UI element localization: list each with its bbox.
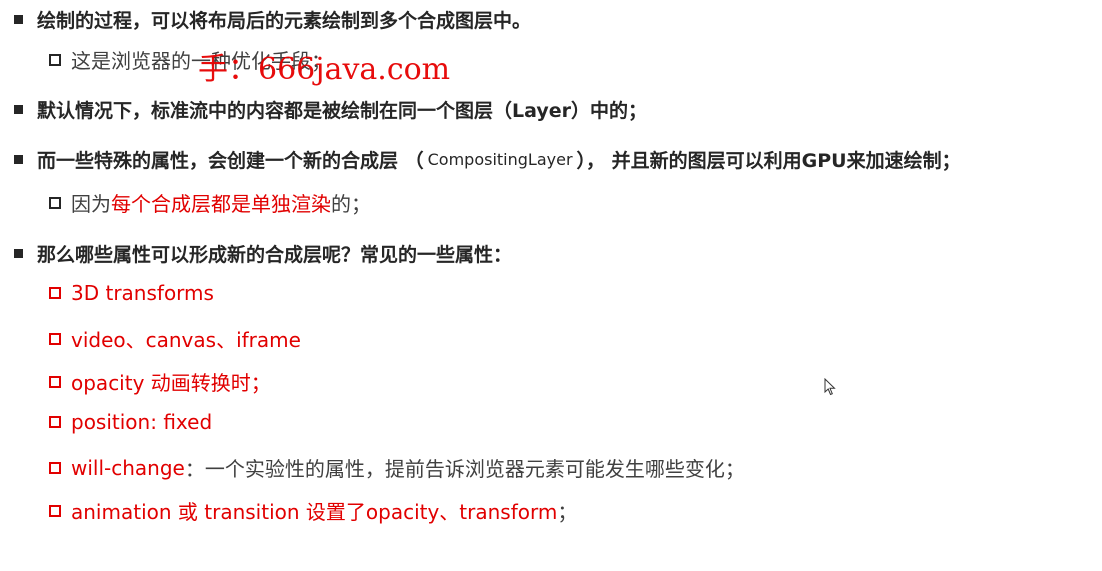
property-animation-transition: animation 或 transition 设置了opacity、transf…: [49, 496, 577, 525]
property-video-canvas-iframe: video、canvas、iframe: [49, 324, 301, 353]
hollow-square-bullet-icon: [49, 461, 61, 474]
property-3d-transforms: 3D transforms: [49, 281, 214, 305]
bullet-which-properties: 那么哪些属性可以形成新的合成层呢？常见的一些属性：: [14, 240, 512, 267]
bullet-text-before: 而一些特殊的属性，会创建一个新的合成层 （: [37, 150, 424, 172]
property-opacity: opacity 动画转换时；: [49, 367, 271, 396]
bullet-text: 默认情况下，标准流中的内容都是被绘制在同一个图层（Layer）中的；: [37, 100, 647, 122]
bullet-paint-process: 绘制的过程，可以将布局后的元素绘制到多个合成图层中。: [14, 6, 531, 33]
hollow-square-bullet-icon: [49, 332, 61, 345]
bullet-text-before: 因为: [71, 192, 111, 216]
property-will-change: will-change ：一个实验性的属性，提前告诉浏览器元素可能发生哪些变化；: [49, 453, 745, 482]
bullet-compositing-layer: 而一些特殊的属性，会创建一个新的合成层 （ CompositingLayer ）…: [14, 146, 961, 173]
mouse-pointer-icon: [824, 378, 836, 396]
square-bullet-icon: [14, 249, 23, 258]
slide: 绘制的过程，可以将布局后的元素绘制到多个合成图层中。 这是浏览器的一种优化手段；…: [0, 0, 1102, 571]
bullet-text: 绘制的过程，可以将布局后的元素绘制到多个合成图层中。: [37, 10, 532, 32]
hollow-square-bullet-icon: [49, 416, 61, 428]
sub-bullet-separate-render: 因为 每个合成层都是单独渲染 的；: [49, 188, 371, 217]
property-position-fixed: position: fixed: [49, 410, 212, 434]
property-description: ；: [557, 500, 578, 524]
bullet-default-layer: 默认情况下，标准流中的内容都是被绘制在同一个图层（Layer）中的；: [14, 96, 647, 123]
watermark: 手：666java.com: [198, 52, 451, 87]
property-name: animation 或 transition 设置了opacity、transf…: [71, 500, 558, 524]
square-bullet-icon: [14, 155, 23, 164]
bullet-text-after: ）， 并且新的图层可以利用GPU来加速绘制；: [576, 150, 961, 172]
square-bullet-icon: [14, 105, 23, 114]
bullet-text: 那么哪些属性可以形成新的合成层呢？常见的一些属性：: [37, 244, 513, 266]
hollow-square-bullet-icon: [49, 53, 61, 66]
property-name: position: fixed: [71, 410, 213, 434]
property-name: opacity 动画转换时；: [71, 371, 271, 395]
bullet-text-latin: CompositingLayer: [427, 150, 573, 169]
hollow-square-bullet-icon: [49, 504, 61, 517]
bullet-text-highlight: 每个合成层都是单独渲染: [111, 192, 331, 216]
square-bullet-icon: [14, 15, 23, 24]
hollow-square-bullet-icon: [49, 375, 61, 388]
property-name: 3D transforms: [71, 281, 214, 305]
bullet-text-after: 的；: [331, 192, 371, 216]
hollow-square-bullet-icon: [49, 287, 61, 299]
property-name: video、canvas、iframe: [71, 328, 301, 352]
property-name: will-change: [71, 455, 185, 480]
property-description: ：一个实验性的属性，提前告诉浏览器元素可能发生哪些变化；: [184, 457, 745, 481]
hollow-square-bullet-icon: [49, 196, 61, 209]
